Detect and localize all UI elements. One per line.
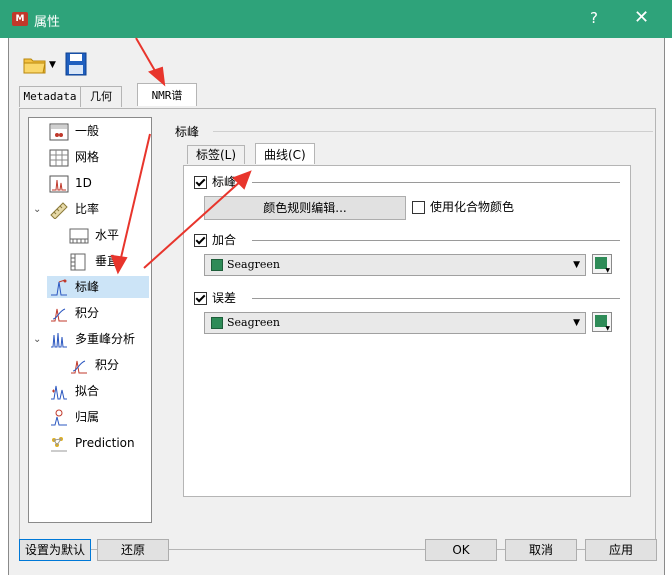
peaks-checkbox[interactable]: 标峰 [194,174,236,190]
prediction-icon [51,436,67,451]
tree-item-ratio[interactable]: 比率 [49,198,99,220]
properties-dialog: ▼ Metadata 几何 NMR谱 一般 网格 1D ⌄ 比率 水平 垂直 标… [8,38,665,575]
residual-checkbox[interactable]: 误差 [194,290,236,306]
save-icon[interactable] [65,52,87,76]
chevron-down-icon: ▼ [605,267,610,274]
integral-icon [71,360,87,373]
cancel-button[interactable]: 取消 [505,539,577,561]
subtab-curves[interactable]: 曲线(C) [255,143,315,164]
title-icon [49,123,69,140]
use-compound-color-checkbox[interactable]: 使用化合物颜色 [412,199,514,215]
integral-icon [51,308,67,321]
expand-multiplet-icon[interactable]: ⌄ [33,334,41,345]
tab-panel: 一般 网格 1D ⌄ 比率 水平 垂直 标峰 积分 ⌄ 多重峰分析 积分 拟合 … [19,108,656,550]
tree-item-multiplet-analysis[interactable]: 多重峰分析 [49,328,135,350]
sum-checkbox[interactable]: 加合 [194,232,236,248]
tab-nmr-spectrum[interactable]: NMR谱 [137,83,197,106]
help-button[interactable]: ? [590,9,598,27]
section-divider [252,240,620,241]
window-title: 属性 [34,15,61,30]
tree-item-integral[interactable]: 积分 [49,302,99,324]
folder-open-icon[interactable] [23,56,47,74]
app-icon: M [12,12,28,26]
close-button[interactable]: ✕ [634,7,649,28]
multiplet-icon [51,332,67,347]
sum-color-picker-button[interactable]: ▼ [592,254,612,274]
restore-button[interactable]: 还原 [97,539,169,561]
grid-icon [49,149,69,166]
checkbox-checked-icon[interactable] [194,176,207,189]
ok-button[interactable]: OK [425,539,497,561]
spectrum-1d-icon [49,175,69,192]
tab-metadata[interactable]: Metadata [19,86,81,107]
set-default-button[interactable]: 设置为默认 [19,539,91,561]
checkbox-checked-icon[interactable] [194,234,207,247]
color-swatch [211,259,223,271]
color-swatch [211,317,223,329]
horizontal-ruler-icon [69,228,89,243]
expand-ratio-icon[interactable]: ⌄ [33,204,41,215]
tab-geometry[interactable]: 几何 [80,86,122,107]
tree-item-fit[interactable]: 拟合 [49,380,99,402]
tree-item-vertical[interactable]: 垂直 [69,250,119,272]
checkbox-unchecked-icon[interactable] [412,201,425,214]
group-title: 标峰 [175,125,200,139]
color-rules-button[interactable]: 颜色规则编辑... [204,196,406,220]
chevron-down-icon: ▼ [573,318,580,328]
apply-button[interactable]: 应用 [585,539,657,561]
group-divider [213,131,653,132]
tree-item-prediction[interactable]: Prediction [49,432,135,454]
peak-label-group: 标峰 标签(L) 曲线(C) 标峰 颜色规则编辑... 使用化合物颜色 加合 S… [165,117,653,521]
assignment-icon [51,409,67,425]
peak-label-icon [51,279,67,295]
title-bar: M 属性 ? ✕ [0,0,672,38]
tree-item-multiplet-integral[interactable]: 积分 [69,354,119,376]
chevron-down-icon: ▼ [605,325,610,332]
sum-color-select[interactable]: Seagreen ▼ [204,254,586,276]
tree-item-grid[interactable]: 网格 [49,146,99,168]
section-divider [252,298,620,299]
tree-item-1d[interactable]: 1D [49,172,92,194]
chevron-down-icon[interactable]: ▼ [49,60,56,70]
fit-icon [51,385,67,399]
tree-item-general[interactable]: 一般 [49,120,99,142]
section-divider [252,182,620,183]
ruler-icon [50,201,68,219]
residual-color-select[interactable]: Seagreen ▼ [204,312,586,334]
tree-item-assignment[interactable]: 归属 [49,406,99,428]
tree-item-horizontal[interactable]: 水平 [69,224,119,246]
vertical-ruler-icon [70,253,86,270]
chevron-down-icon: ▼ [573,260,580,270]
subtab-labels[interactable]: 标签(L) [187,145,246,164]
checkbox-checked-icon[interactable] [194,292,207,305]
curves-panel: 标峰 颜色规则编辑... 使用化合物颜色 加合 Seagreen ▼ ▼ 误差 … [183,165,631,497]
residual-color-picker-button[interactable]: ▼ [592,312,612,332]
tree-item-peak-labels[interactable]: 标峰 [47,276,149,298]
settings-tree[interactable]: 一般 网格 1D ⌄ 比率 水平 垂直 标峰 积分 ⌄ 多重峰分析 积分 拟合 … [28,117,152,523]
